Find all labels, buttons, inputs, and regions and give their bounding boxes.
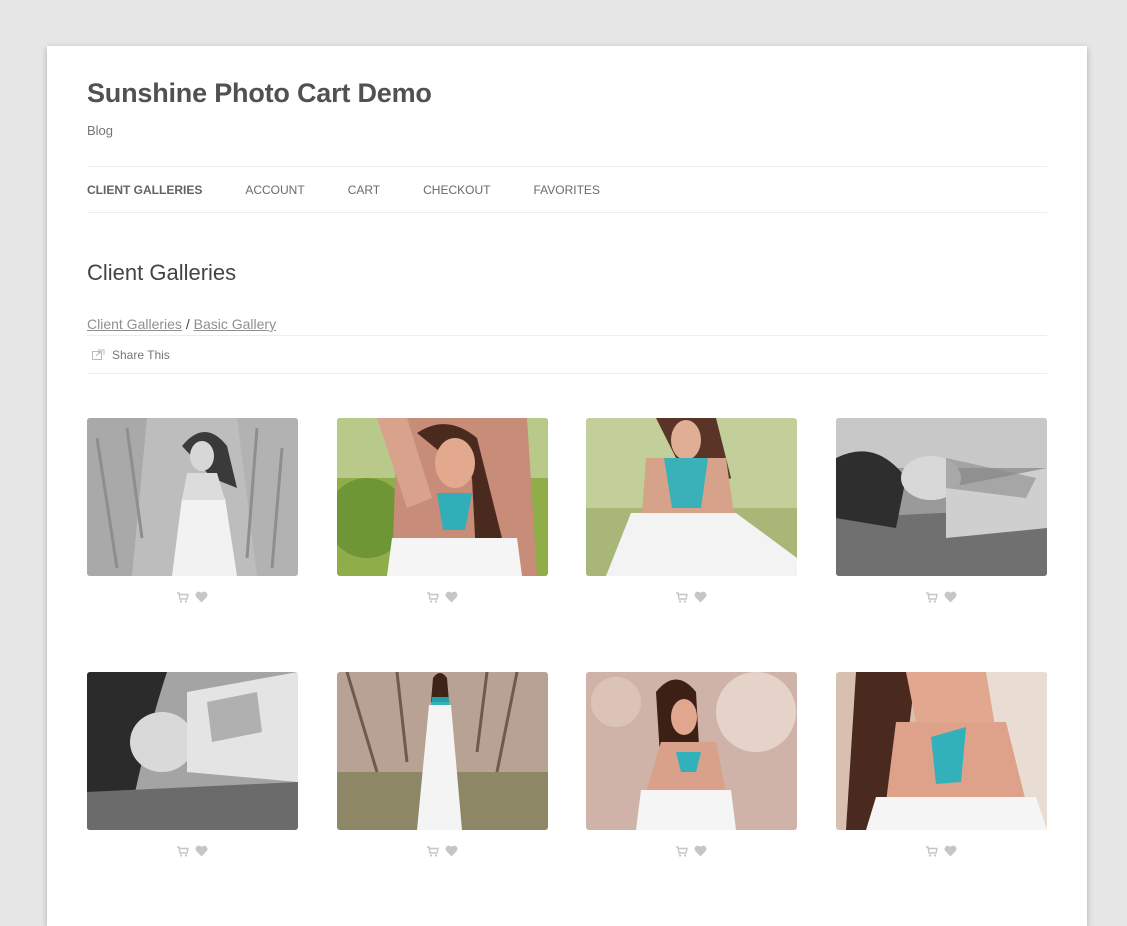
photo-image (836, 672, 1048, 830)
photo-actions (836, 591, 1047, 603)
heart-icon[interactable] (445, 845, 458, 857)
photo-actions (87, 591, 298, 603)
photo-image (836, 418, 1048, 576)
gallery-photo-5[interactable] (87, 672, 298, 830)
site-description: Blog (87, 123, 114, 138)
heart-icon[interactable] (445, 591, 458, 603)
heart-icon[interactable] (195, 845, 208, 857)
gallery-item (586, 672, 798, 926)
photo-actions (586, 845, 797, 857)
share-button[interactable]: Share This (92, 348, 170, 362)
gallery-item (336, 672, 548, 926)
gallery-item (586, 418, 798, 672)
nav-item-checkout[interactable]: Checkout (423, 183, 490, 197)
photo-image (87, 418, 298, 576)
breadcrumb: Client Galleries / Basic Gallery (87, 316, 276, 332)
gallery-item (87, 672, 298, 926)
cart-icon[interactable] (926, 845, 938, 857)
heart-icon[interactable] (195, 591, 208, 603)
breadcrumb-link-basic-gallery[interactable]: Basic Gallery (194, 316, 276, 332)
photo-actions (87, 845, 298, 857)
photo-image (87, 672, 298, 830)
photo-image (336, 418, 548, 576)
share-label: Share This (112, 347, 170, 362)
gallery-item (87, 418, 298, 672)
gallery-photo-1[interactable] (87, 418, 298, 576)
gallery-photo-4[interactable] (836, 418, 1048, 576)
photo-actions (586, 591, 797, 603)
main-navigation: Client Galleries Account Cart Checkout F… (87, 166, 1047, 213)
photo-image (586, 418, 798, 576)
cart-icon[interactable] (676, 845, 689, 857)
gallery-item (336, 418, 548, 672)
gallery-item (836, 672, 1048, 926)
photo-actions (836, 845, 1047, 857)
site-title[interactable]: Sunshine Photo Cart Demo (87, 78, 432, 109)
cart-icon[interactable] (177, 845, 189, 857)
nav-item-account[interactable]: Account (245, 183, 304, 197)
heart-icon[interactable] (944, 845, 957, 857)
nav-item-cart[interactable]: Cart (348, 183, 380, 197)
breadcrumb-link-client-galleries[interactable]: Client Galleries (87, 316, 182, 332)
cart-icon[interactable] (676, 591, 689, 603)
heart-icon[interactable] (944, 591, 957, 603)
breadcrumb-separator: / (185, 316, 190, 332)
heart-icon[interactable] (694, 591, 707, 603)
gallery-photo-2[interactable] (336, 418, 548, 576)
photo-actions (337, 845, 548, 857)
heart-icon[interactable] (694, 845, 707, 857)
cart-icon[interactable] (426, 591, 439, 603)
gallery-photo-6[interactable] (336, 672, 548, 830)
share-bar: Share This (87, 335, 1047, 374)
photo-image (586, 672, 798, 830)
share-icon (92, 349, 105, 360)
gallery-photo-3[interactable] (586, 418, 798, 576)
photo-image (336, 672, 548, 830)
gallery-photo-7[interactable] (586, 672, 798, 830)
gallery-item (836, 418, 1048, 672)
gallery-grid (87, 418, 1048, 926)
cart-icon[interactable] (177, 591, 189, 603)
cart-icon[interactable] (926, 591, 938, 603)
page-title: Client Galleries (87, 260, 237, 285)
page-container: Sunshine Photo Cart Demo Blog Client Gal… (47, 46, 1087, 926)
cart-icon[interactable] (426, 845, 439, 857)
nav-item-client-galleries[interactable]: Client Galleries (87, 183, 202, 197)
nav-item-favorites[interactable]: Favorites (533, 183, 599, 197)
photo-actions (337, 591, 548, 603)
gallery-photo-8[interactable] (836, 672, 1048, 830)
